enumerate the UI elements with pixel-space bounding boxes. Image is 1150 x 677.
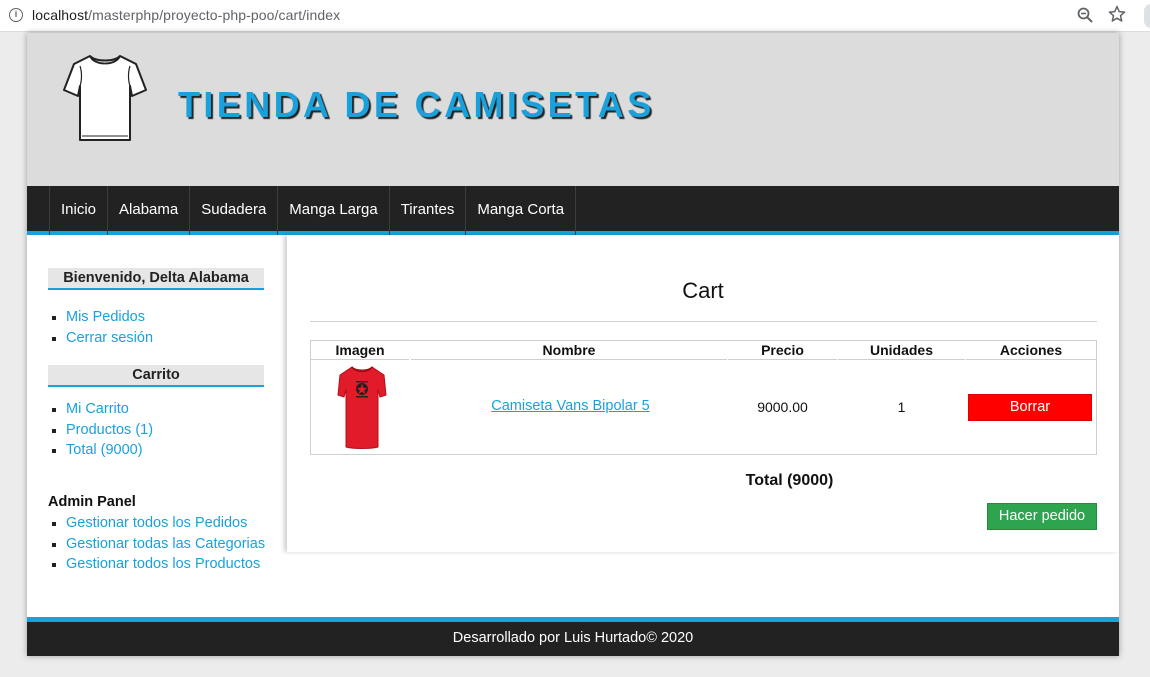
cerrar-sesion-link[interactable]: Cerrar sesión	[66, 330, 153, 346]
product-image[interactable]	[336, 361, 388, 453]
menu-link[interactable]: Alabama	[108, 186, 189, 234]
page: TIENDA DE CAMISETAS Inicio Alabama Sudad…	[27, 33, 1119, 656]
column-header-acciones: Acciones	[966, 341, 1096, 360]
column-header-imagen: Imagen	[311, 341, 409, 360]
main-menu: Inicio Alabama Sudadera Manga Larga Tira…	[27, 186, 1119, 235]
product-units: 1	[897, 399, 906, 415]
list-item: Productos (1)	[48, 420, 153, 441]
list-item: Gestionar todos los Productos	[48, 554, 265, 575]
list-item: Total (9000)	[48, 440, 153, 461]
site-header: TIENDA DE CAMISETAS	[27, 33, 1119, 186]
site-footer: Desarrollado por Luis Hurtado© 2020	[27, 617, 1119, 656]
list-item: Cerrar sesión	[48, 328, 153, 349]
cart-total: Total (9000)	[745, 472, 834, 489]
menu-item-tirantes[interactable]: Tirantes	[388, 186, 466, 235]
list-item: Mis Pedidos	[48, 307, 153, 328]
admin-links: Gestionar todos los Pedidos Gestionar to…	[48, 513, 265, 575]
menu-link[interactable]: Inicio	[50, 186, 107, 234]
tshirt-icon	[63, 55, 147, 141]
menu-item-alabama[interactable]: Alabama	[107, 186, 189, 235]
menu-link[interactable]: Manga Corta	[466, 186, 575, 234]
cart-heading: Carrito	[48, 365, 264, 387]
menu-link[interactable]: Sudadera	[190, 186, 277, 234]
star-icon[interactable]	[1108, 5, 1126, 23]
menu-item-inicio[interactable]: Inicio	[49, 186, 107, 235]
place-order-button[interactable]: Hacer pedido	[987, 503, 1097, 530]
delete-button[interactable]: Borrar	[968, 394, 1092, 421]
site-title: TIENDA DE CAMISETAS	[178, 84, 655, 125]
menu-item-manga-corta[interactable]: Manga Corta	[465, 186, 577, 235]
total-link[interactable]: Total (9000)	[66, 442, 143, 458]
info-icon[interactable]: i	[9, 8, 23, 22]
list-item: Mi Carrito	[48, 399, 153, 420]
productos-link[interactable]: Productos (1)	[66, 422, 153, 438]
url-path: /masterphp/proyecto-php-poo/cart/index	[88, 7, 341, 23]
mis-pedidos-link[interactable]: Mis Pedidos	[66, 309, 145, 325]
menu-link[interactable]: Manga Larga	[278, 186, 388, 234]
column-header-unidades: Unidades	[838, 341, 965, 360]
product-price: 9000.00	[757, 399, 808, 415]
welcome-heading: Bienvenido, Delta Alabama	[48, 268, 264, 290]
product-name-link[interactable]: Camiseta Vans Bipolar 5	[427, 398, 714, 414]
column-header-precio: Precio	[728, 341, 837, 360]
divider	[310, 321, 1097, 322]
list-item: Gestionar todos los Pedidos	[48, 513, 265, 534]
column-header-nombre: Nombre	[411, 341, 727, 360]
cart-content: Cart Imagen Nombre Precio Unidades Accio…	[287, 235, 1119, 552]
url-host: localhost	[32, 7, 89, 23]
cart-links: Mi Carrito Productos (1) Total (9000)	[48, 399, 153, 461]
menu-item-manga-larga[interactable]: Manga Larga	[277, 186, 388, 235]
footer-credit: Desarrollado por Luis Hurtado© 2020	[452, 630, 694, 646]
zoom-icon[interactable]	[1076, 6, 1094, 24]
browser-edge	[1144, 4, 1150, 28]
url-bar[interactable]: localhost/masterphp/proyecto-php-poo/car…	[32, 7, 340, 23]
menu-item-sudadera[interactable]: Sudadera	[189, 186, 277, 235]
admin-panel-heading: Admin Panel	[48, 494, 136, 510]
menu-link[interactable]: Tirantes	[390, 186, 466, 234]
mi-carrito-link[interactable]: Mi Carrito	[66, 401, 129, 417]
list-item: Gestionar todas las Categorias	[48, 534, 265, 555]
user-links: Mis Pedidos Cerrar sesión	[48, 307, 153, 348]
browser-address-bar: i localhost/masterphp/proyecto-php-poo/c…	[0, 0, 1150, 32]
gestionar-categorias-link[interactable]: Gestionar todas las Categorias	[66, 536, 265, 552]
cart-table: Imagen Nombre Precio Unidades Acciones C…	[310, 340, 1097, 455]
gestionar-productos-link[interactable]: Gestionar todos los Productos	[66, 556, 260, 572]
sidebar: Bienvenido, Delta Alabama Mis Pedidos Ce…	[27, 235, 287, 610]
gestionar-pedidos-link[interactable]: Gestionar todos los Pedidos	[66, 515, 247, 531]
page-title: Cart	[682, 278, 724, 303]
